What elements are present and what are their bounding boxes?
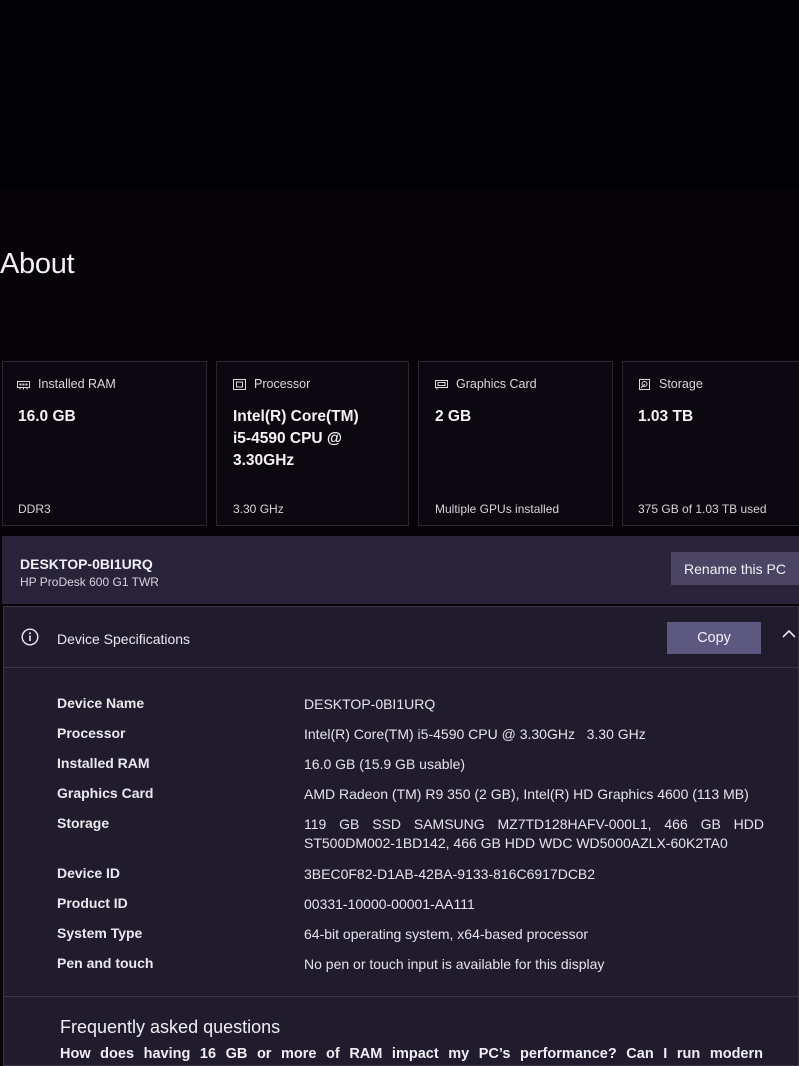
spec-label: System Type (57, 925, 143, 941)
card-subtext: 375 GB of 1.03 TB used (638, 502, 767, 516)
spec-label: Storage (57, 815, 110, 831)
device-name-bar: DESKTOP-0BI1URQ HP ProDesk 600 G1 TWR Re… (2, 536, 799, 604)
graphics-card-icon (435, 379, 448, 389)
divider (4, 996, 798, 997)
spec-value: 16.0 GB (15.9 GB usable) (304, 756, 466, 772)
screen-bezel-area (0, 0, 799, 190)
card-subtext: Multiple GPUs installed (435, 502, 560, 516)
spec-value: 119 GB SSD SAMSUNG MZ7TD128HAFV-000L1, 4… (304, 816, 764, 851)
card-storage: Storage 1.03 TB 375 GB of 1.03 TB used (622, 361, 799, 526)
ram-icon (17, 380, 30, 389)
spec-label: Device ID (57, 865, 121, 881)
spec-label: Product ID (57, 895, 128, 911)
card-label: Installed RAM (38, 377, 116, 391)
spec-label: Installed RAM (57, 755, 150, 771)
card-label: Storage (659, 377, 703, 391)
device-specifications-panel: Device Specifications Copy Device Name D… (3, 606, 799, 1066)
chevron-up-icon[interactable] (782, 629, 796, 639)
card-subtext: 3.30 GHz (233, 502, 284, 516)
pc-name: DESKTOP-0BI1URQ (20, 556, 153, 572)
faq-title: Frequently asked questions (60, 1017, 281, 1037)
card-installed-ram: Installed RAM 16.0 GB DDR3 (2, 361, 207, 526)
info-icon (21, 628, 39, 646)
copy-button[interactable]: Copy (667, 622, 761, 654)
card-value: 16.0 GB (18, 408, 76, 425)
device-specifications-header[interactable]: Device Specifications Copy (4, 607, 799, 668)
rename-pc-button[interactable]: Rename this PC (671, 552, 799, 585)
spec-value: 3BEC0F82-D1AB-42BA-9133-816C6917DCB2 (304, 866, 596, 882)
card-label: Processor (254, 377, 311, 391)
spec-label: Device Name (57, 695, 145, 711)
card-subtext: DDR3 (18, 502, 51, 516)
storage-icon (639, 378, 650, 390)
card-value: 2 GB (435, 408, 472, 425)
card-label: Graphics Card (456, 377, 537, 391)
card-processor: Processor Intel(R) Core(TM) i5-4590 CPU … (216, 361, 409, 526)
spec-value: 64-bit operating system, x64-based proce… (304, 926, 589, 942)
spec-value: AMD Radeon (TM) R9 350 (2 GB), Intel(R) … (304, 786, 749, 802)
spec-value: No pen or touch input is available for t… (304, 956, 605, 972)
spec-label: Pen and touch (57, 955, 154, 971)
processor-icon (233, 378, 246, 390)
section-title: Device Specifications (57, 631, 191, 647)
faq-question-link[interactable]: How does having 16 GB or more of RAM imp… (60, 1046, 763, 1062)
page-title: About (0, 248, 75, 280)
summary-cards: Installed RAM 16.0 GB DDR3 Processor Int… (2, 361, 799, 527)
spec-value: Intel(R) Core(TM) i5-4590 CPU @ 3.30GHz … (304, 726, 646, 742)
card-value: Intel(R) Core(TM) i5-4590 CPU @ 3.30GHz (233, 408, 359, 469)
pc-model: HP ProDesk 600 G1 TWR (20, 575, 159, 589)
spec-label: Graphics Card (57, 785, 154, 801)
spec-label: Processor (57, 725, 126, 741)
card-graphics-card: Graphics Card 2 GB Multiple GPUs install… (418, 361, 613, 526)
card-value: 1.03 TB (638, 408, 694, 425)
spec-value: 00331-10000-00001-AA111 (304, 896, 475, 912)
spec-value: DESKTOP-0BI1URQ (304, 696, 436, 712)
